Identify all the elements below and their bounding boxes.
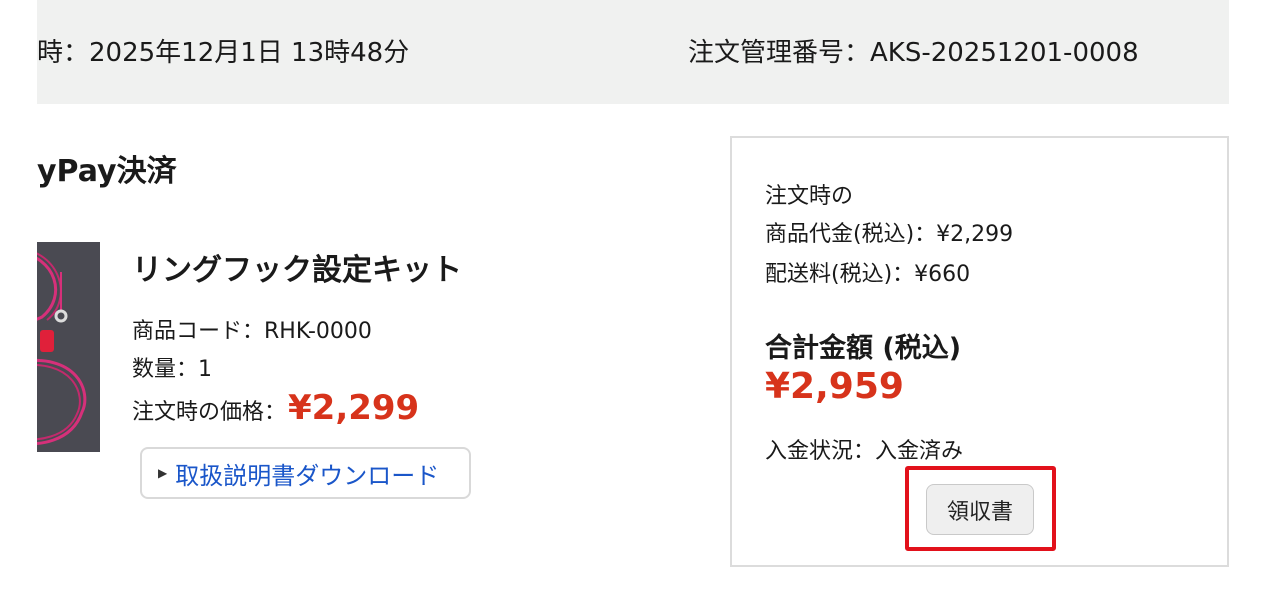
order-header: 時：2025年12月1日 13時48分 注文管理番号：AKS-20251201-… [37, 0, 1229, 104]
summary-shipping-fee: 配送料(税込)：¥660 [765, 262, 971, 287]
order-number: 注文管理番号：AKS-20251201-0008 [688, 38, 1139, 68]
order-summary-card: 注文時の 商品代金(税込)：¥2,299 配送料(税込)：¥660 合計金額 (… [730, 136, 1229, 567]
product-price-label: 注文時の価格： [132, 400, 287, 425]
product-price-value: ¥2,299 [288, 388, 420, 428]
manual-download-label[interactable]: 取扱説明書ダウンロード [175, 456, 439, 491]
product-photo-icon [37, 242, 100, 452]
product-price-row: 注文時の価格： ¥2,299 [132, 388, 419, 428]
total-amount-value: ¥2,959 [765, 366, 904, 407]
manual-download-link[interactable]: ▶ 取扱説明書ダウンロード [140, 447, 471, 499]
receipt-button[interactable]: 領収書 [926, 484, 1034, 535]
order-datetime: 時：2025年12月1日 13時48分 [37, 38, 410, 68]
payment-method-heading: yPay決済 [37, 154, 177, 189]
payment-status: 入金状況：入金済み [765, 439, 964, 464]
product-quantity: 数量：1 [132, 357, 212, 382]
product-thumbnail [37, 242, 100, 452]
disclosure-triangle-icon: ▶ [158, 466, 168, 480]
product-code: 商品コード：RHK-0000 [132, 319, 372, 344]
summary-item-total: 商品代金(税込)：¥2,299 [765, 222, 1014, 247]
product-name: リングフック設定キット [132, 253, 462, 288]
total-amount-label: 合計金額 (税込) [765, 333, 962, 364]
summary-at-order-label: 注文時の [765, 184, 854, 209]
